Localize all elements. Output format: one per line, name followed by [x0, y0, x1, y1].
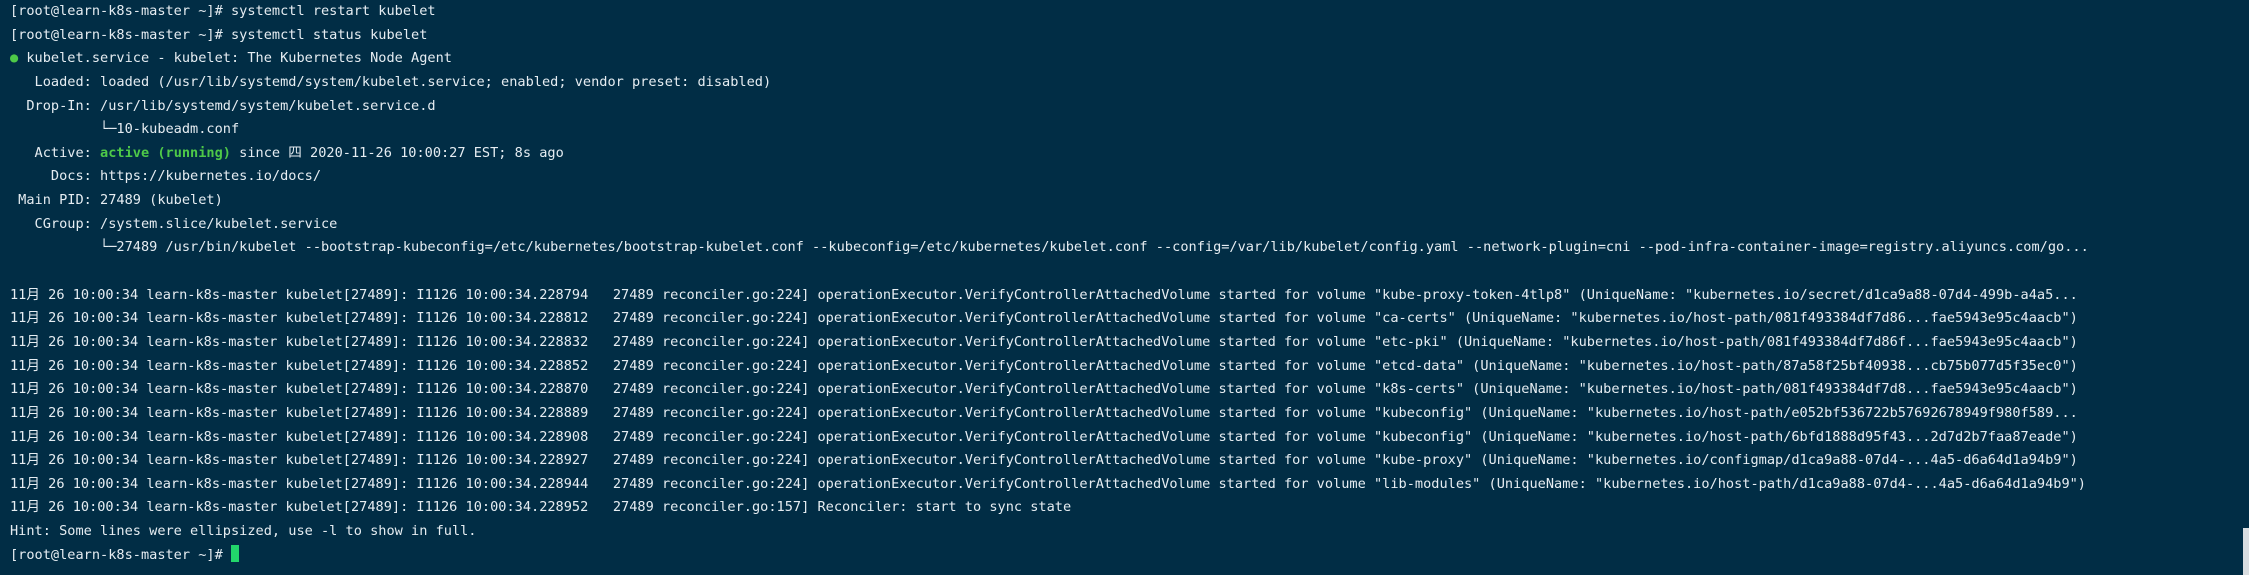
log-line: 11月 26 10:00:34 learn-k8s-master kubelet…	[10, 428, 2078, 445]
service-status-line: ● kubelet.service - kubelet: The Kuberne…	[10, 47, 2249, 71]
log-line: 11月 26 10:00:34 learn-k8s-master kubelet…	[10, 357, 2078, 374]
log-line: 11月 26 10:00:34 learn-k8s-master kubelet…	[10, 404, 2078, 421]
terminal-window[interactable]: [root@learn-k8s-master ~]# systemctl res…	[0, 0, 2249, 575]
text-cursor[interactable]	[230, 544, 239, 562]
prompt-line[interactable]: [root@learn-k8s-master ~]#	[10, 544, 2249, 568]
terminal-line: Main PID: 27489 (kubelet)	[10, 192, 223, 209]
hint-line: Hint: Some lines were ellipsized, use -l…	[10, 523, 477, 540]
active-status-line: Active: active (running) since 四 2020-11…	[10, 142, 2249, 166]
status-dot-icon: ●	[10, 50, 19, 67]
terminal-line: └─10-kubeadm.conf	[10, 121, 240, 138]
service-title: kubelet.service - kubelet: The Kubernete…	[18, 50, 452, 67]
shell-prompt: [root@learn-k8s-master ~]#	[10, 546, 231, 563]
scrollbar-thumb[interactable]	[2243, 528, 2249, 575]
log-line: 11月 26 10:00:34 learn-k8s-master kubelet…	[10, 333, 2078, 350]
log-line: 11月 26 10:00:34 learn-k8s-master kubelet…	[10, 310, 2078, 327]
active-since: since 四 2020-11-26 10:00:27 EST; 8s ago	[230, 144, 564, 161]
terminal-line: CGroup: /system.slice/kubelet.service	[10, 215, 338, 232]
terminal-line: [root@learn-k8s-master ~]# systemctl res…	[10, 3, 436, 19]
terminal-line: Drop-In: /usr/lib/systemd/system/kubelet…	[10, 97, 436, 114]
terminal-line: Docs: https://kubernetes.io/docs/	[10, 168, 321, 185]
log-line: 11月 26 10:00:34 learn-k8s-master kubelet…	[10, 381, 2078, 398]
active-running-badge: active (running)	[100, 144, 231, 161]
terminal-line: [root@learn-k8s-master ~]# systemctl sta…	[10, 26, 428, 43]
log-line: 11月 26 10:00:34 learn-k8s-master kubelet…	[10, 452, 2078, 469]
terminal-line: Loaded: loaded (/usr/lib/systemd/system/…	[10, 73, 772, 90]
log-line: 11月 26 10:00:34 learn-k8s-master kubelet…	[10, 499, 1072, 516]
terminal-line: └─27489 /usr/bin/kubelet --bootstrap-kub…	[10, 239, 2089, 256]
active-label: Active:	[10, 144, 101, 161]
log-line: 11月 26 10:00:34 learn-k8s-master kubelet…	[10, 286, 2078, 303]
log-line: 11月 26 10:00:34 learn-k8s-master kubelet…	[10, 475, 2086, 492]
